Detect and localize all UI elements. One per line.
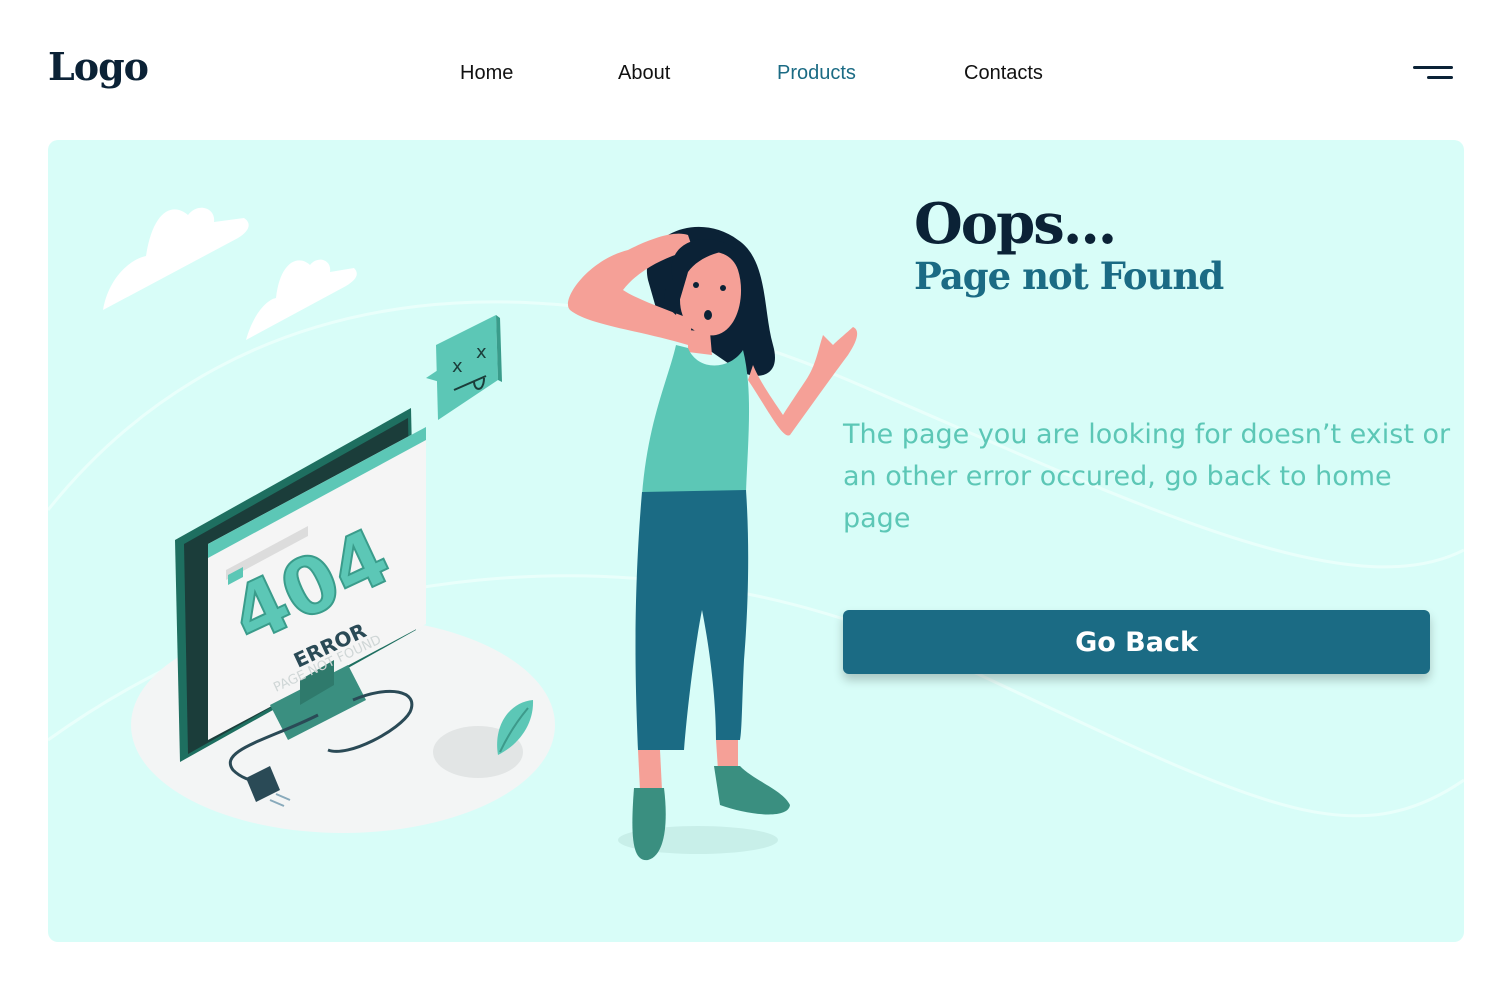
svg-text:x: x [476,342,487,363]
nav-home[interactable]: Home [460,62,513,85]
hamburger-menu-icon[interactable] [1410,62,1456,86]
nav-about[interactable]: About [618,62,670,85]
page-title: Oops... [914,191,1117,257]
header: Logo Home About Products Contacts [0,0,1512,140]
go-back-button[interactable]: Go Back [843,610,1430,674]
error-description: The page you are looking for doesn’t exi… [843,419,1451,534]
hero-section: 404 ERROR PAGE NOT FOUND x x Oops... Pag… [48,140,1464,942]
nav-products[interactable]: Products [777,62,856,85]
dead-face-icon: x x [426,315,502,420]
error-404-illustration: 404 ERROR PAGE NOT FOUND x x [48,207,1464,861]
svg-text:x: x [452,356,463,377]
cloud-icon [246,259,357,340]
logo[interactable]: Logo [48,44,149,89]
confused-woman-icon [567,226,858,861]
page-subtitle: Page not Found [914,254,1224,298]
cloud-icon [103,207,249,310]
nav-contacts[interactable]: Contacts [964,62,1043,85]
